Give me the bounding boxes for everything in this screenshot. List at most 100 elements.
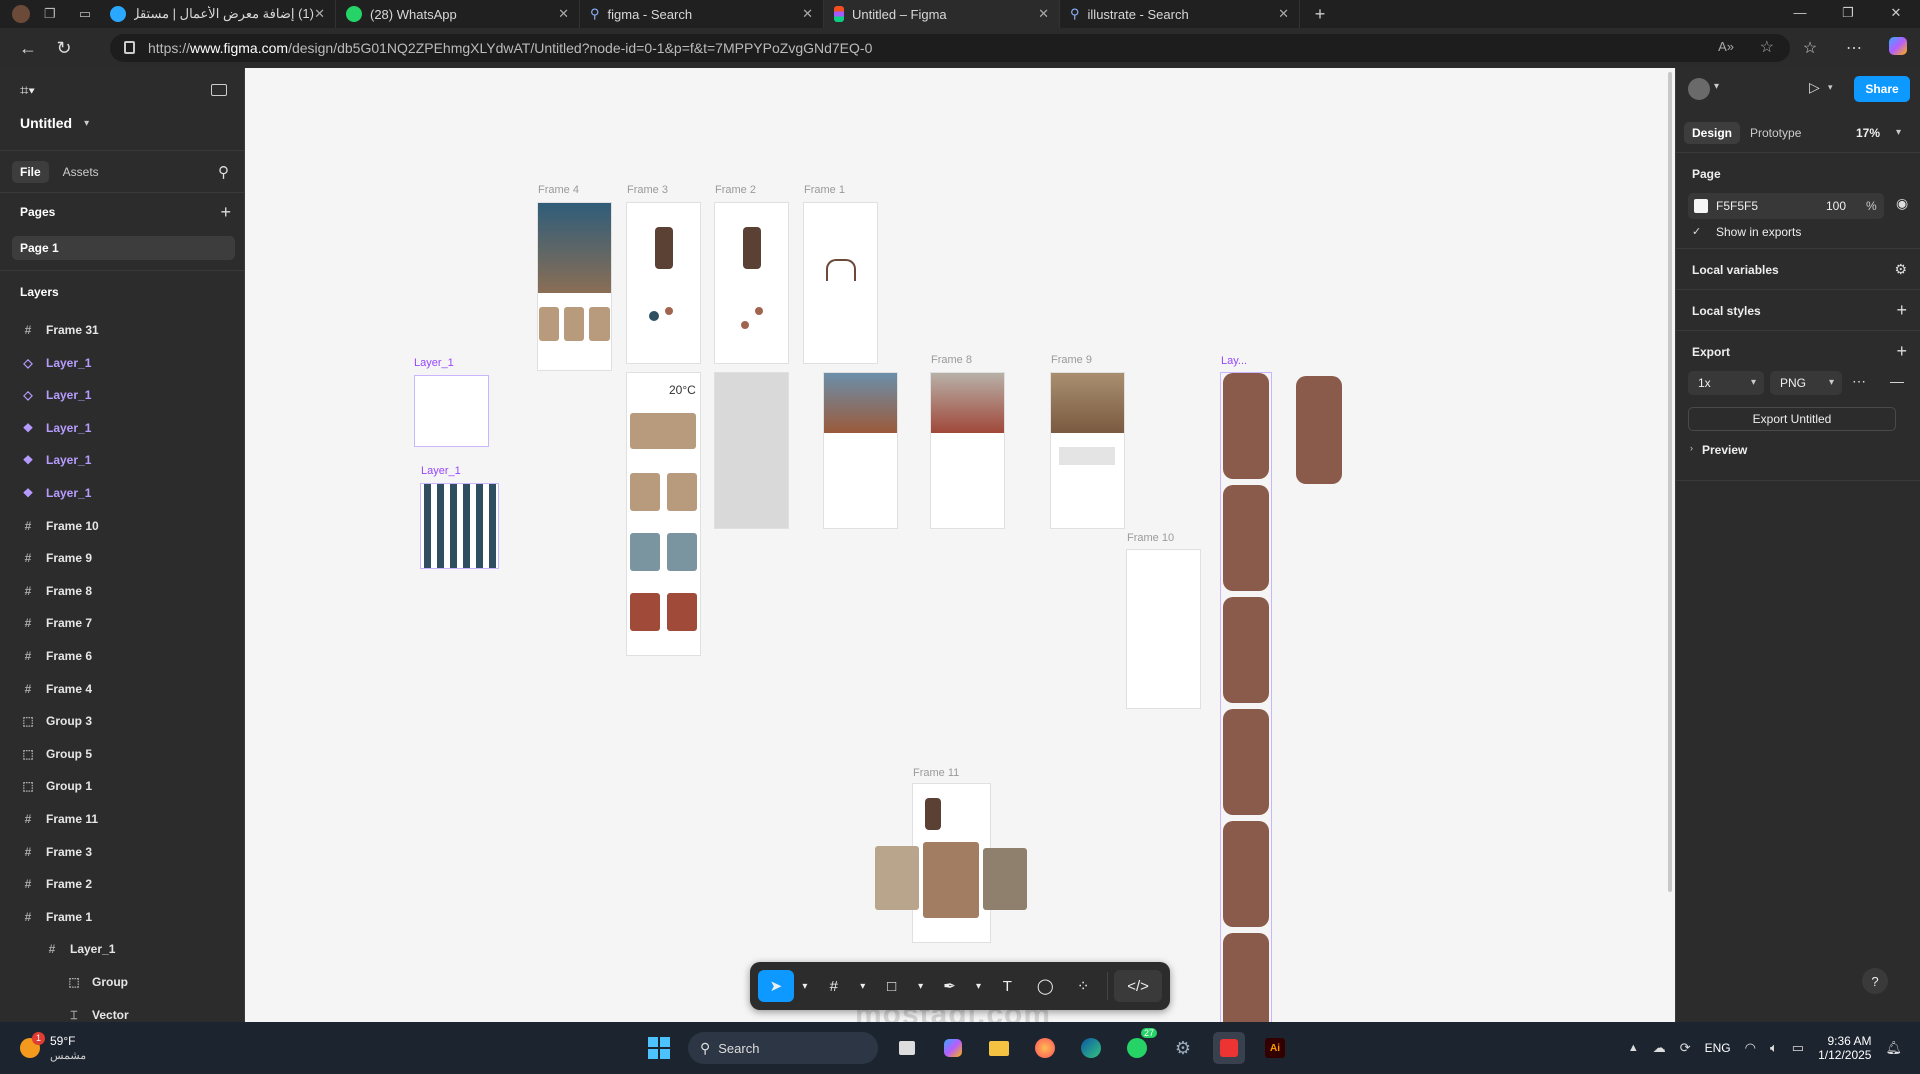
close-icon[interactable]: ✕: [314, 6, 325, 22]
component-label[interactable]: Layer_1: [414, 357, 454, 369]
checkbox-checked-icon[interactable]: ✓: [1692, 225, 1701, 238]
zoom-level[interactable]: 17%: [1856, 126, 1880, 140]
chevron-down-icon[interactable]: ▾: [854, 970, 872, 1002]
layer-item[interactable]: ❖ Layer_1: [0, 412, 245, 444]
component-label[interactable]: Lay...: [1221, 355, 1247, 367]
restore-button[interactable]: ❐: [1824, 0, 1872, 28]
present-play-icon[interactable]: ▷: [1809, 79, 1820, 96]
layer-item[interactable]: ⬚ Group 3: [0, 705, 245, 737]
file-explorer-icon[interactable]: [983, 1032, 1015, 1064]
layer-item[interactable]: ⬚ Group: [0, 966, 245, 998]
layer-item[interactable]: ⬚ Group 1: [0, 770, 245, 802]
notification-bell-icon[interactable]: 🔔︎: [1885, 1040, 1902, 1056]
close-window-button[interactable]: ✕: [1872, 0, 1920, 28]
chevron-down-icon[interactable]: ▾: [1714, 81, 1719, 92]
actions-tool-icon[interactable]: ⁘: [1065, 970, 1101, 1002]
tab-actions-icon[interactable]: ▭: [70, 6, 100, 22]
chevron-down-icon[interactable]: ▾: [1896, 127, 1901, 138]
page-item-page-1[interactable]: Page 1: [12, 236, 235, 260]
export-button[interactable]: Export Untitled: [1688, 407, 1896, 431]
layer-item[interactable]: ⬚ Group 5: [0, 738, 245, 770]
page-color-hex[interactable]: F5F5F5: [1716, 199, 1758, 213]
layer-item[interactable]: # Frame 3: [0, 836, 245, 868]
settings-icon[interactable]: ⚙: [1167, 1032, 1199, 1064]
add-export-icon[interactable]: +: [1896, 342, 1907, 360]
layer-item[interactable]: # Frame 1: [0, 901, 245, 933]
component-label[interactable]: Layer_1: [421, 465, 461, 477]
battery-icon[interactable]: ▭: [1792, 1040, 1804, 1056]
frame-label[interactable]: Frame 3: [627, 184, 668, 196]
add-style-icon[interactable]: +: [1896, 301, 1907, 319]
clock[interactable]: 9:36 AM 1/12/2025: [1818, 1034, 1871, 1062]
language-indicator[interactable]: ENG: [1705, 1041, 1731, 1055]
frame-1[interactable]: [804, 203, 877, 363]
layer-item[interactable]: ◇ Layer_1: [0, 347, 245, 379]
text-tool-icon[interactable]: T: [989, 970, 1025, 1002]
close-icon[interactable]: ✕: [1278, 6, 1289, 22]
local-variables-heading[interactable]: Local variables: [1692, 263, 1779, 277]
weather-widget[interactable]: 1 59°F مشمس: [18, 1032, 88, 1066]
comment-tool-icon[interactable]: ◯: [1027, 970, 1063, 1002]
help-button[interactable]: ?: [1862, 968, 1888, 994]
tab-prototype[interactable]: Prototype: [1750, 126, 1801, 140]
frame-label[interactable]: Frame 8: [931, 354, 972, 366]
rectangle-tool-icon[interactable]: □: [874, 970, 910, 1002]
tab-mostaql[interactable]: (1) إضافة معرض الأعمال | مستقل ✕: [100, 0, 336, 28]
frame-label[interactable]: Frame 11: [913, 767, 959, 779]
layer-item[interactable]: # Frame 4: [0, 673, 245, 705]
snipping-tool-icon[interactable]: [1213, 1032, 1245, 1064]
windows-start-icon[interactable]: [643, 1032, 675, 1064]
frame-label[interactable]: Frame 1: [804, 184, 845, 196]
frame-9[interactable]: [1051, 373, 1124, 528]
file-name-row[interactable]: Untitled ▾: [0, 108, 245, 138]
frame-label[interactable]: Frame 2: [715, 184, 756, 196]
component-buttons-set[interactable]: [421, 484, 498, 568]
remove-export-icon[interactable]: —: [1890, 373, 1904, 389]
layer-item[interactable]: ◇ Layer_1: [0, 379, 245, 411]
frame-6-map[interactable]: [715, 373, 788, 528]
illustrator-icon[interactable]: Ai: [1259, 1032, 1291, 1064]
page-opacity-value[interactable]: 100: [1826, 199, 1846, 213]
chevron-right-icon[interactable]: ›: [1690, 443, 1693, 453]
workspaces-icon[interactable]: ❐: [44, 6, 56, 22]
refresh-button[interactable]: ↻: [46, 38, 82, 59]
tab-file[interactable]: File: [12, 161, 49, 183]
add-page-icon[interactable]: +: [220, 202, 231, 223]
frame-label[interactable]: Frame 10: [1127, 532, 1174, 544]
share-button[interactable]: Share: [1854, 76, 1910, 102]
layer-item[interactable]: # Layer_1: [0, 933, 245, 965]
tab-figma-search[interactable]: ⚲ figma - Search ✕: [580, 0, 824, 28]
move-tool-icon[interactable]: ➤: [758, 970, 794, 1002]
task-view-icon[interactable]: [891, 1032, 923, 1064]
wifi-icon[interactable]: ◠: [1745, 1040, 1756, 1056]
frame-3[interactable]: [627, 203, 700, 363]
preview-toggle[interactable]: Preview: [1702, 443, 1747, 457]
more-icon[interactable]: ⋯: [1832, 38, 1876, 58]
sidebar-toggle-icon[interactable]: [211, 84, 227, 96]
export-format-select[interactable]: PNG ▾: [1770, 371, 1842, 395]
volume-icon[interactable]: 🔈︎: [1770, 1040, 1778, 1056]
layer-item[interactable]: # Frame 10: [0, 510, 245, 542]
frame-31[interactable]: [1221, 373, 1271, 1022]
export-options-icon[interactable]: ⋯: [1852, 373, 1866, 390]
layer-item[interactable]: # Frame 11: [0, 803, 245, 835]
menu-card[interactable]: [1296, 376, 1342, 484]
search-icon[interactable]: ⚲: [218, 163, 229, 181]
design-canvas[interactable]: Frame 4 Frame 3 Frame 2 Frame 1 Frame 5 …: [245, 68, 1675, 1022]
frame-8[interactable]: [931, 373, 1004, 528]
frame-5[interactable]: 20°C: [627, 373, 700, 655]
chevron-up-icon[interactable]: ▲: [1628, 1042, 1639, 1054]
variables-settings-icon[interactable]: ⚙: [1894, 261, 1907, 278]
favorite-star-icon[interactable]: ☆: [1760, 37, 1774, 57]
pen-tool-icon[interactable]: ✒: [932, 970, 968, 1002]
copilot-icon[interactable]: [1876, 36, 1920, 60]
layer-item[interactable]: # Frame 9: [0, 542, 245, 574]
close-icon[interactable]: ✕: [1038, 6, 1049, 22]
layer-item[interactable]: # Frame 8: [0, 575, 245, 607]
firefox-icon[interactable]: [1029, 1032, 1061, 1064]
profile-avatar[interactable]: [12, 5, 30, 23]
visibility-eye-icon[interactable]: ◉: [1896, 195, 1908, 212]
frame-7[interactable]: [824, 373, 897, 528]
layer-item[interactable]: # Frame 7: [0, 607, 245, 639]
tab-whatsapp[interactable]: (28) WhatsApp ✕: [336, 0, 580, 28]
